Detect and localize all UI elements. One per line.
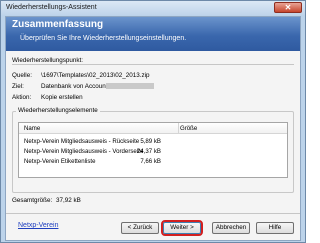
item-size: 7,66 kB: [140, 158, 161, 165]
total-size-value: 37,92 kB: [56, 197, 81, 204]
close-button[interactable]: ✕: [274, 2, 302, 13]
column-header-name[interactable]: Name: [24, 125, 40, 132]
elements-list[interactable]: Name Größe Netxp-Verein Mitgliedsausweis…: [18, 122, 288, 178]
column-header-size[interactable]: Größe: [180, 125, 197, 132]
elements-group-label: Wiederherstellungselemente: [16, 107, 100, 114]
window-title: Wiederherstellungs-Assistent: [6, 4, 97, 11]
page-subtitle: Überprüfen Sie Ihre Wiederherstellungsei…: [20, 35, 187, 42]
item-name: Netxp-Verein Etikettenliste: [24, 158, 96, 165]
source-label: Quelle:: [12, 72, 32, 79]
target-value: Datenbank von Account: [41, 83, 108, 90]
item-size: 24,37 kB: [136, 148, 161, 155]
list-header: Name Größe: [19, 123, 287, 134]
wizard-window: Wiederherstellungs-Assistent ✕ Zusammenf…: [0, 0, 306, 243]
item-name: Netxp-Verein Mitgliedsausweis - Rückseit…: [24, 138, 140, 145]
source-value: \1697\Templates\02_2013\02_2013.zip: [41, 72, 150, 79]
total-size-label: Gesamtgröße:: [12, 197, 53, 204]
close-icon: ✕: [284, 3, 292, 12]
footer-divider: [6, 213, 300, 214]
cancel-button[interactable]: Abbrechen: [212, 222, 250, 234]
action-label: Aktion:: [12, 94, 32, 101]
help-button[interactable]: Hilfe: [256, 222, 294, 234]
target-label: Ziel:: [12, 83, 24, 90]
column-separator[interactable]: [178, 123, 179, 133]
app-link[interactable]: Netxp-Verein: [18, 222, 58, 229]
item-size: 5,89 kB: [140, 138, 161, 145]
redacted-field: [106, 83, 154, 89]
back-button[interactable]: < Zurück: [121, 222, 159, 234]
restore-point-heading: Wiederherstellungspunkt:: [12, 57, 84, 64]
title-bar[interactable]: Wiederherstellungs-Assistent ✕: [1, 1, 305, 15]
item-name: Netxp-Verein Mitgliedsausweis - Vorderse…: [24, 148, 144, 155]
next-button[interactable]: Weiter >: [161, 220, 203, 236]
wizard-client: Zusammenfassung Überprüfen Sie Ihre Wied…: [5, 16, 301, 241]
page-title: Zusammenfassung: [12, 19, 104, 30]
wizard-header: Zusammenfassung Überprüfen Sie Ihre Wied…: [6, 17, 300, 51]
action-value: Kopie erstellen: [41, 94, 83, 101]
divider: [12, 64, 294, 65]
